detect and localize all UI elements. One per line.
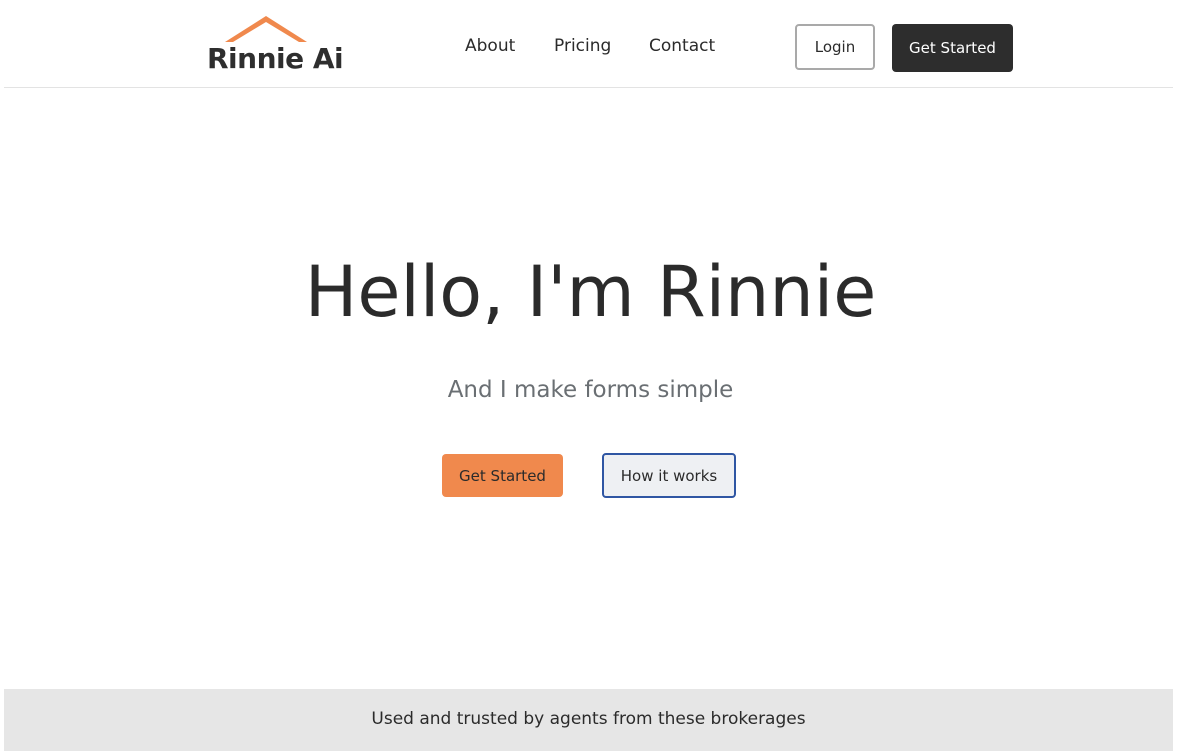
landing-page: Rinnie Ai About Pricing Contact Login Ge… [0, 0, 1181, 751]
hero-subtitle: And I make forms simple [447, 377, 734, 403]
brand-name: Rinnie Ai [207, 42, 344, 75]
brokerages-band: Used and trusted by agents from these br… [4, 689, 1173, 751]
brokerages-text: Used and trusted by agents from these br… [371, 709, 806, 729]
house-roof-icon [225, 16, 307, 42]
hero-title: Hello, I'm Rinnie [304, 251, 877, 333]
brand-logo[interactable]: Rinnie Ai [203, 14, 344, 76]
how-it-works-button[interactable]: How it works [602, 453, 736, 498]
nav-link-about[interactable]: About [465, 36, 515, 56]
login-button[interactable]: Login [795, 24, 875, 70]
header-get-started-button[interactable]: Get Started [892, 24, 1013, 72]
hero-get-started-button[interactable]: Get Started [442, 454, 563, 497]
nav-link-pricing[interactable]: Pricing [554, 36, 611, 56]
site-header: Rinnie Ai About Pricing Contact Login Ge… [4, 0, 1173, 88]
nav-link-contact[interactable]: Contact [649, 36, 715, 56]
